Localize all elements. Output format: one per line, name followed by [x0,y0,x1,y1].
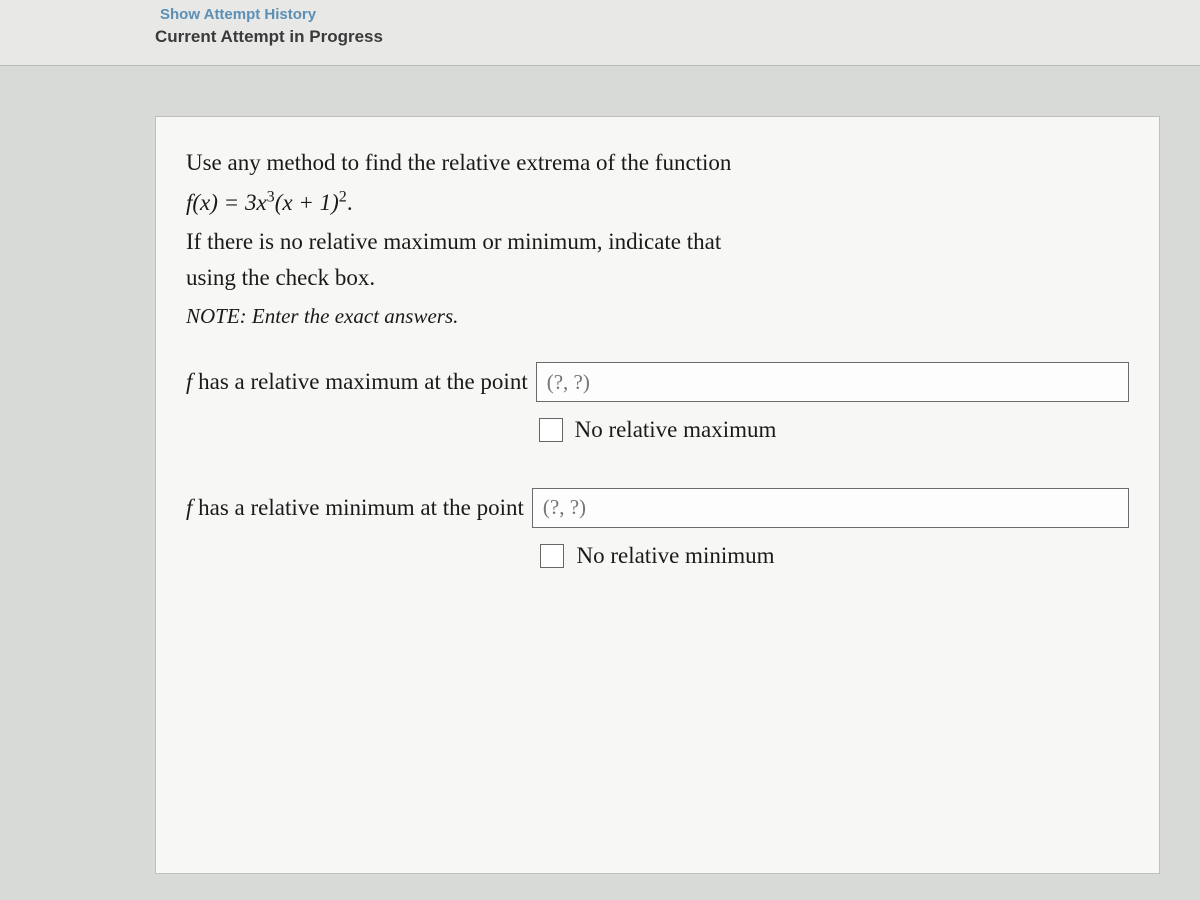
no-max-row: No relative maximum [186,412,1129,448]
min-prefix-text: has a relative minimum at the point [192,495,524,520]
note-line: NOTE: Enter the exact answers. [186,300,1129,333]
no-relative-max-label: No relative maximum [575,412,777,448]
no-relative-min-label: No relative minimum [576,538,774,574]
instruction-line-2: using the check box. [186,260,1129,296]
relative-min-input[interactable] [532,488,1129,528]
question-panel: Use any method to find the relative extr… [155,116,1160,874]
func-end: . [347,190,353,215]
max-prefix-text: has a relative maximum at the point [192,369,527,394]
show-attempt-history-link[interactable]: Show Attempt History [160,4,1200,27]
no-min-row: No relative minimum [186,538,1129,574]
attempt-status-label: Current Attempt in Progress [155,27,1200,57]
exponent-2: 2 [339,188,347,205]
no-relative-max-checkbox[interactable] [539,418,563,442]
relative-min-row: f has a relative minimum at the point [186,488,1129,528]
func-lhs: f(x) = 3x [186,190,267,215]
relative-max-input[interactable] [536,362,1129,402]
instruction-line-1: If there is no relative maximum or minim… [186,224,1129,260]
exponent-1: 3 [267,188,275,205]
function-definition: f(x) = 3x3(x + 1)2. [186,185,1129,221]
question-prompt: Use any method to find the relative extr… [186,145,1129,181]
relative-max-row: f has a relative maximum at the point [186,362,1129,402]
no-relative-min-checkbox[interactable] [540,544,564,568]
header-bar: Show Attempt History Current Attempt in … [0,0,1200,66]
func-mid: (x + 1) [275,190,339,215]
